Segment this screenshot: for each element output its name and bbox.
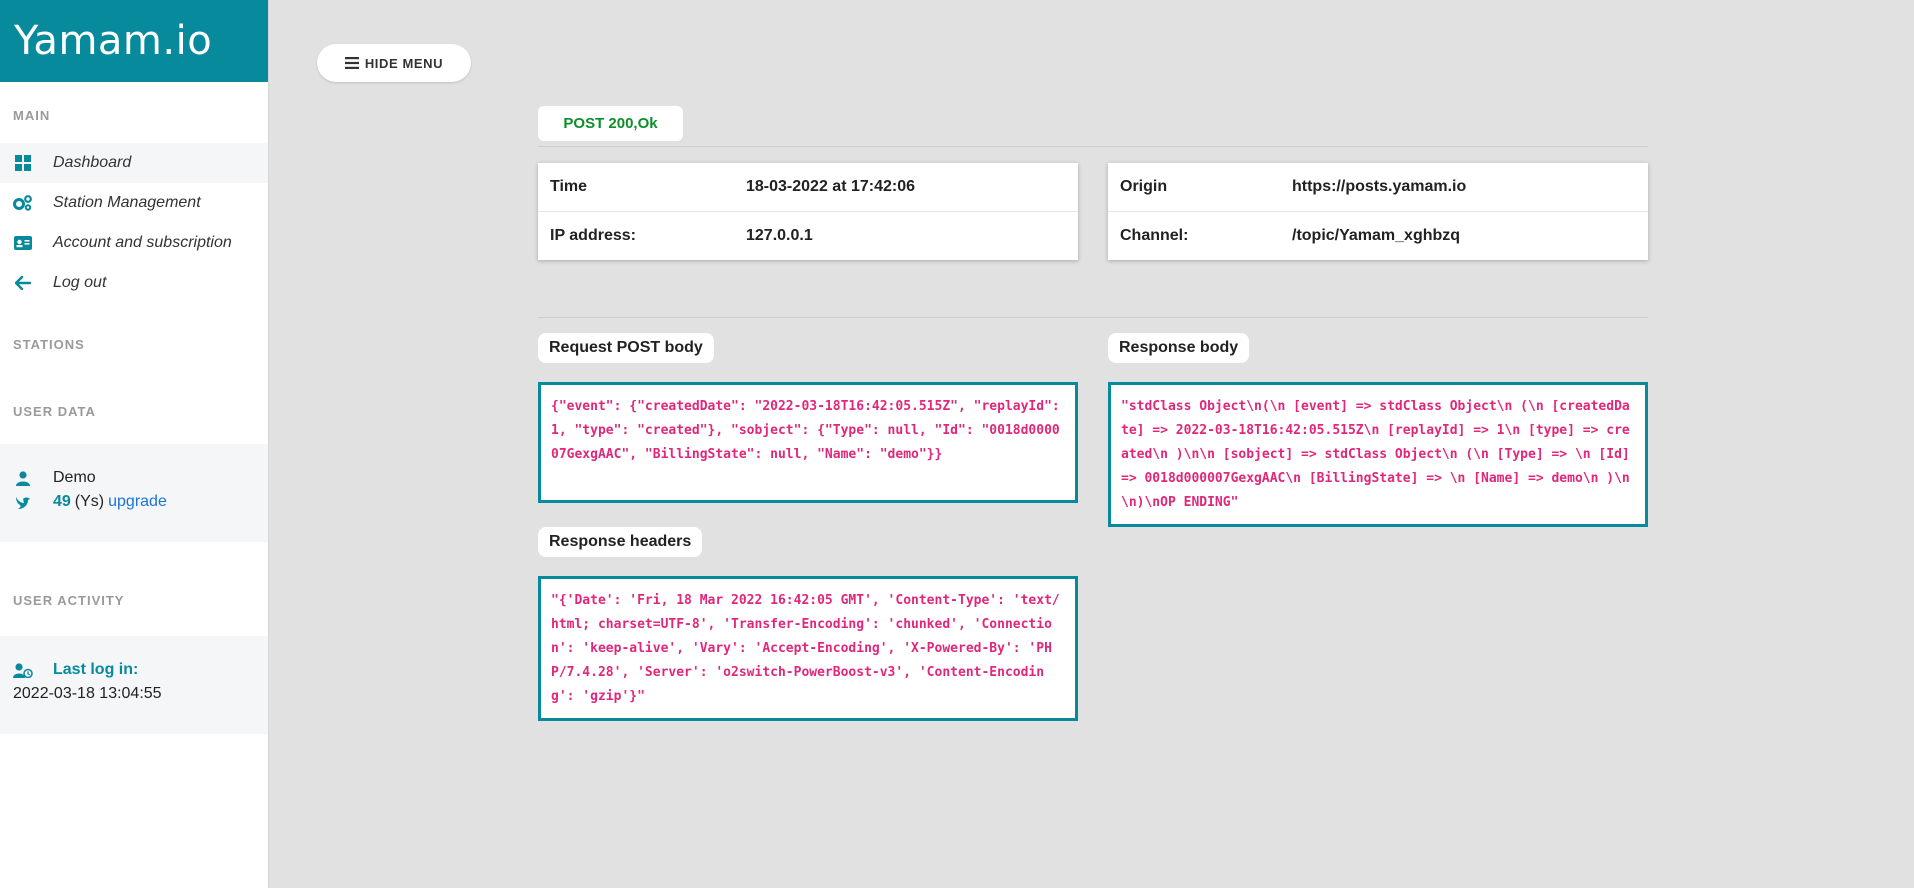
info-key: Channel:	[1120, 226, 1189, 244]
id-card-icon	[13, 235, 33, 251]
section-title-stations: STATIONS	[13, 337, 85, 352]
info-key: IP address:	[550, 226, 636, 244]
nav-label-account: Account and subscription	[53, 234, 232, 251]
info-row-ip: IP address: 127.0.0.1	[538, 211, 1078, 259]
info-row-time: Time 18-03-2022 at 17:42:06	[538, 163, 1078, 211]
user-icon	[13, 470, 33, 486]
user-credits-row: 49 (Ys) upgrade	[0, 490, 268, 514]
credits-count: 49	[53, 493, 71, 510]
request-body-label: Request POST body	[538, 333, 714, 363]
info-value: 18-03-2022 at 17:42:06	[746, 178, 916, 195]
info-card-time-ip: Time 18-03-2022 at 17:42:06 IP address: …	[538, 163, 1078, 260]
nav-item-account[interactable]: Account and subscription	[0, 223, 268, 263]
info-row-origin: Origin https://posts.yamam.io	[1108, 163, 1648, 211]
nav-label-logout: Log out	[53, 274, 107, 291]
section-title-user-data: USER DATA	[13, 404, 96, 419]
response-body-content: "stdClass Object\n(\n [event] => stdClas…	[1108, 382, 1648, 527]
info-value: 127.0.0.1	[746, 226, 813, 244]
info-key: Origin	[1120, 178, 1168, 195]
nav-label-station-management: Station Management	[53, 194, 201, 211]
status-badge: POST 200,Ok	[538, 106, 683, 141]
info-card-origin-channel: Origin https://posts.yamam.io Channel: /…	[1108, 163, 1648, 260]
info-value: https://posts.yamam.io	[1292, 178, 1467, 195]
request-body-content: {"event": {"createdDate": "2022-03-18T16…	[538, 382, 1078, 503]
nav-label-dashboard: Dashboard	[53, 154, 132, 171]
nav-item-logout[interactable]: Log out	[0, 263, 268, 303]
user-clock-icon	[13, 662, 33, 678]
arrow-left-icon	[13, 275, 33, 291]
section-title-user-activity: USER ACTIVITY	[13, 593, 125, 608]
user-name-row: Demo	[0, 466, 268, 490]
user-activity-panel: Last log in: 2022-03-18 13:04:55	[0, 636, 268, 734]
response-headers-content: "{'Date': 'Fri, 18 Mar 2022 16:42:05 GMT…	[538, 576, 1078, 721]
sidebar: Yamam.io MAIN Dashboard Station Manageme…	[0, 0, 269, 888]
info-value: /topic/Yamam_xghbzq	[1292, 226, 1461, 244]
bird-icon	[13, 495, 33, 510]
hide-menu-button[interactable]: HIDE MENU	[317, 44, 471, 82]
last-login-row: Last log in:	[13, 658, 268, 682]
credits-unit: (Ys)	[74, 493, 105, 510]
dashboard-icon	[13, 155, 33, 171]
hide-menu-label: HIDE MENU	[364, 55, 444, 71]
last-login-value: 2022-03-18 13:04:55	[13, 685, 162, 702]
info-key: Time	[550, 178, 588, 195]
upgrade-link[interactable]: upgrade	[108, 493, 167, 511]
info-row-channel: Channel: /topic/Yamam_xghbzq	[1108, 211, 1648, 259]
nav-item-dashboard[interactable]: Dashboard	[0, 143, 268, 183]
gears-icon	[13, 195, 33, 211]
response-body-label: Response body	[1108, 333, 1250, 363]
response-headers-label: Response headers	[538, 527, 703, 557]
user-name: Demo	[53, 469, 96, 486]
divider	[538, 317, 1648, 318]
brand-logo[interactable]: Yamam.io	[0, 0, 268, 82]
last-login-label: Last log in:	[53, 661, 139, 678]
hamburger-icon	[344, 57, 359, 69]
section-title-main: MAIN	[13, 108, 51, 123]
user-data-panel: Demo 49 (Ys) upgrade	[0, 444, 268, 542]
nav-item-station-management[interactable]: Station Management	[0, 183, 268, 223]
divider	[538, 146, 1648, 147]
